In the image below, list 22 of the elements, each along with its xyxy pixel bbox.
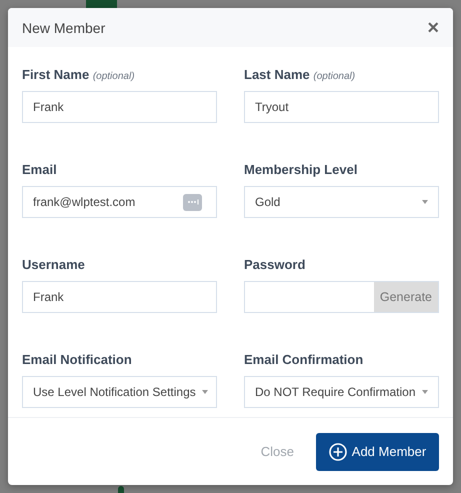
- caret-icon: [202, 390, 208, 394]
- select-dropdown[interactable]: Gold: [244, 186, 439, 218]
- select-dropdown[interactable]: Use Level Notification Settings: [22, 376, 217, 408]
- field-label: Email: [22, 162, 58, 178]
- add-member-button[interactable]: Add Member: [316, 432, 439, 470]
- field-label: Email Notification: [22, 352, 133, 368]
- caret-icon: [422, 390, 428, 394]
- input-field[interactable]: Frank: [22, 281, 217, 313]
- field-label: Email Confirmation: [244, 352, 364, 368]
- field-label: Password: [244, 257, 306, 273]
- input-field[interactable]: Frank: [22, 91, 217, 123]
- email-field[interactable]: frank@wlptest.com: [22, 186, 217, 218]
- select-dropdown[interactable]: Do NOT Require Confirmation: [244, 376, 439, 408]
- input-field[interactable]: Tryout: [244, 91, 439, 123]
- field-label: Username: [22, 257, 86, 273]
- dialog-title: New Member: [22, 20, 106, 36]
- caret-icon: [422, 200, 428, 204]
- field-label: Membership Level: [244, 162, 358, 178]
- field-label: Last Name (optional): [244, 67, 356, 83]
- plus-circle-icon: [328, 442, 347, 460]
- field-label: First Name (optional): [22, 67, 136, 83]
- password-manager-icon[interactable]: [183, 194, 202, 210]
